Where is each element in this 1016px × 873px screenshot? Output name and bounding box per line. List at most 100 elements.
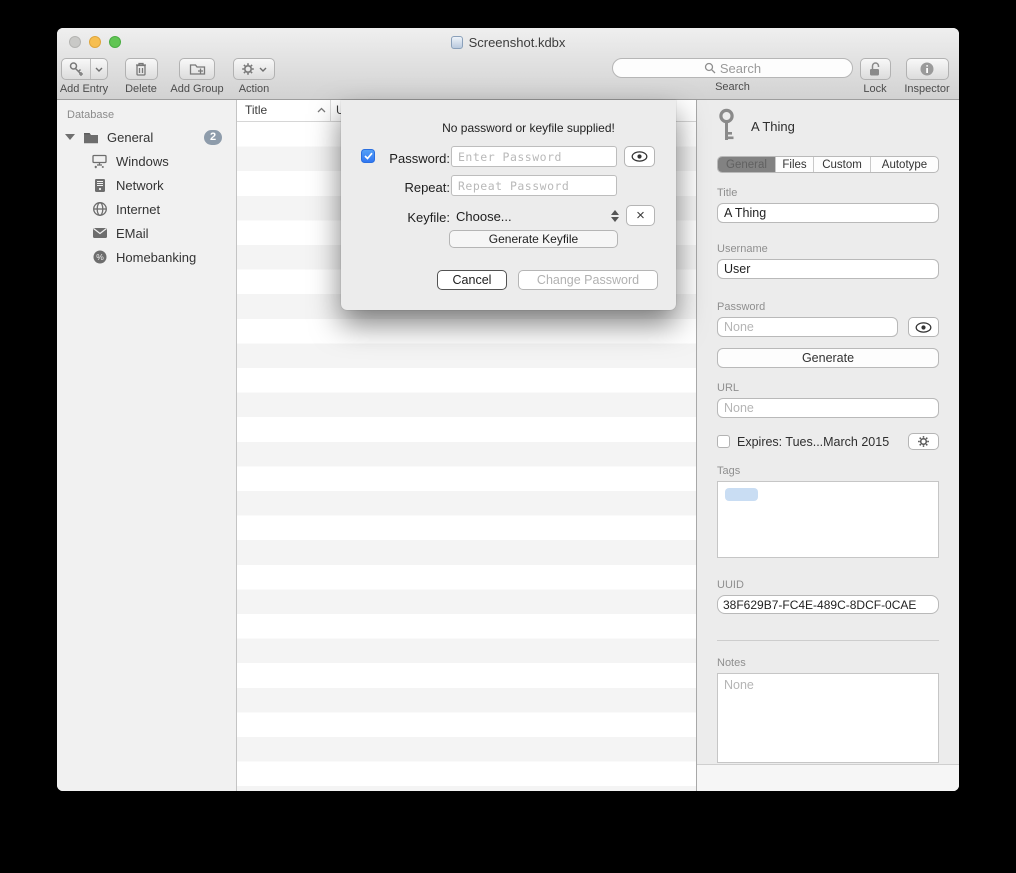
expires-label: Expires: Tues...March 2015 xyxy=(737,435,889,449)
sidebar-item-network[interactable]: Network xyxy=(57,173,236,197)
windows-icon xyxy=(91,153,108,170)
sidebar-item-homebanking[interactable]: % Homebanking xyxy=(57,245,236,269)
lock-label: Lock xyxy=(852,83,898,95)
tab-autotype[interactable]: Autotype xyxy=(870,157,938,172)
action-button[interactable] xyxy=(233,58,275,80)
uuid-field[interactable] xyxy=(717,595,939,614)
trash-icon xyxy=(134,61,148,77)
tags-field[interactable] xyxy=(717,481,939,558)
tab-general[interactable]: General xyxy=(718,157,775,172)
keyfile-popup[interactable]: Choose... xyxy=(451,206,621,226)
clear-keyfile-button[interactable]: × xyxy=(626,205,655,226)
sidebar-item-label: Windows xyxy=(116,154,169,169)
zoom-button[interactable] xyxy=(109,36,121,48)
generate-keyfile-button[interactable]: Generate Keyfile xyxy=(449,230,618,248)
expires-checkbox[interactable] xyxy=(717,435,730,448)
entry-header: A Thing xyxy=(717,108,939,144)
password-field[interactable] xyxy=(717,317,898,337)
internet-icon xyxy=(91,201,108,218)
minimize-button[interactable] xyxy=(89,36,101,48)
generate-password-button[interactable]: Generate xyxy=(717,348,939,368)
tab-files[interactable]: Files xyxy=(775,157,813,172)
inspector-button[interactable] xyxy=(906,58,949,80)
entry-title: A Thing xyxy=(751,119,795,134)
username-field-label: Username xyxy=(717,243,939,255)
add-group-label: Add Group xyxy=(168,83,226,95)
expires-settings-button[interactable] xyxy=(908,433,939,450)
sidebar-item-label: Network xyxy=(116,178,164,193)
sheet-password-input[interactable] xyxy=(451,146,617,167)
title-field[interactable] xyxy=(717,203,939,223)
search-group: Search Search xyxy=(612,58,853,93)
tags-label: Tags xyxy=(717,465,939,477)
sidebar-item-label: General xyxy=(107,130,153,145)
folder-plus-icon xyxy=(189,62,206,76)
add-group-group: Add Group xyxy=(168,58,226,95)
window-title-area: Screenshot.kdbx xyxy=(57,28,959,56)
sidebar-item-internet[interactable]: Internet xyxy=(57,197,236,221)
entry-count-badge: 2 xyxy=(204,130,222,145)
titlebar[interactable]: Screenshot.kdbx xyxy=(57,28,959,56)
add-entry-dropdown[interactable] xyxy=(90,59,106,79)
sort-ascending-icon[interactable] xyxy=(317,107,326,113)
uuid-label: UUID xyxy=(717,579,939,591)
sidebar-item-general[interactable]: General 2 xyxy=(57,125,236,149)
sheet-keyfile-label: Keyfile: xyxy=(360,210,450,225)
sheet-repeat-label: Repeat: xyxy=(360,180,450,195)
delete-group: Delete xyxy=(119,58,163,95)
email-icon xyxy=(91,225,108,242)
window-header: Screenshot.kdbx Add Entry xyxy=(57,28,959,100)
homebanking-icon: % xyxy=(91,249,108,266)
url-field[interactable] xyxy=(717,398,939,418)
add-entry-button[interactable] xyxy=(61,58,108,80)
search-input[interactable]: Search xyxy=(612,58,853,78)
action-group: Action xyxy=(229,58,279,95)
disclosure-triangle-icon[interactable] xyxy=(65,134,75,140)
sidebar-item-label: EMail xyxy=(116,226,149,241)
inspector-panel: A Thing General Files Custom Autotype Ti… xyxy=(696,100,959,791)
sidebar-item-email[interactable]: EMail xyxy=(57,221,236,245)
change-password-sheet: No password or keyfile supplied! Passwor… xyxy=(341,100,676,310)
svg-text:%: % xyxy=(96,252,104,262)
close-button[interactable] xyxy=(69,36,81,48)
search-icon xyxy=(704,62,716,74)
add-entry-group: Add Entry xyxy=(58,58,110,95)
tag-pill[interactable] xyxy=(725,488,758,501)
key-plus-icon[interactable] xyxy=(62,59,91,79)
sheet-message: No password or keyfile supplied! xyxy=(386,121,671,135)
column-separator[interactable] xyxy=(330,100,331,121)
delete-label: Delete xyxy=(119,83,163,95)
notes-label: Notes xyxy=(717,657,939,669)
macpass-window: Screenshot.kdbx Add Entry xyxy=(57,28,959,791)
add-group-button[interactable] xyxy=(179,58,215,80)
unlock-icon xyxy=(867,61,883,77)
sheet-repeat-input[interactable] xyxy=(451,175,617,196)
sidebar-item-windows[interactable]: Windows xyxy=(57,149,236,173)
sheet-reveal-password-button[interactable] xyxy=(624,146,655,167)
change-password-button[interactable]: Change Password xyxy=(518,270,658,290)
eye-icon xyxy=(915,322,932,333)
cancel-button[interactable]: Cancel xyxy=(437,270,507,290)
delete-button[interactable] xyxy=(125,58,158,80)
notes-separator xyxy=(717,640,939,641)
sidebar: Database General 2 Windows Network xyxy=(57,100,237,791)
eye-icon xyxy=(631,151,648,162)
username-field[interactable] xyxy=(717,259,939,279)
info-icon xyxy=(919,61,935,77)
inspector-label: Inspector xyxy=(900,83,954,95)
popup-stepper-icon xyxy=(611,210,621,222)
reveal-password-button[interactable] xyxy=(908,317,939,337)
action-label: Action xyxy=(229,83,279,95)
chevron-down-icon xyxy=(259,67,267,72)
lock-group: Lock xyxy=(852,58,898,95)
gear-icon xyxy=(917,435,930,448)
lock-button[interactable] xyxy=(860,58,891,80)
notes-field[interactable] xyxy=(717,673,939,763)
column-header-title[interactable]: Title xyxy=(245,103,267,117)
key-icon xyxy=(717,108,736,144)
keyfile-popup-value: Choose... xyxy=(451,209,512,224)
tab-custom[interactable]: Custom xyxy=(813,157,870,172)
add-entry-label: Add Entry xyxy=(58,83,110,95)
traffic-lights xyxy=(69,36,121,48)
toolbar: Add Entry Delete Add Group xyxy=(57,56,959,99)
